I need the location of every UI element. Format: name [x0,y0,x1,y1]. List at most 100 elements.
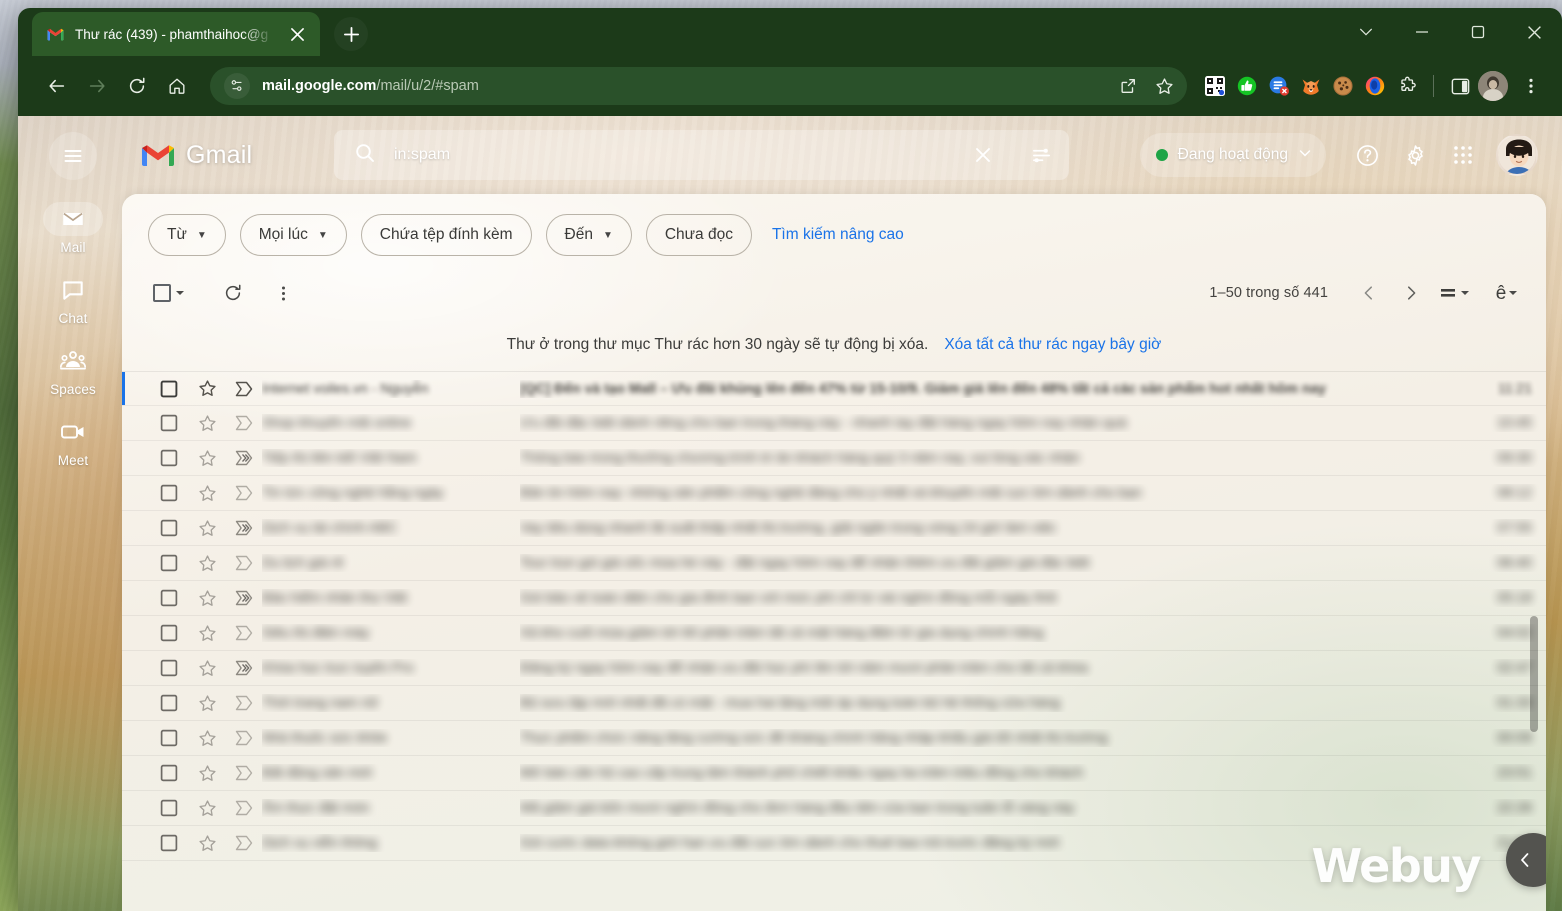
star-icon[interactable] [188,694,226,713]
filter-chip-unread[interactable]: Chưa đọc [646,214,752,256]
table-row[interactable]: Shop khuyến mãi online Ưu đãi đặc biệt d… [122,406,1546,441]
row-checkbox[interactable] [150,764,188,782]
fox-extension[interactable] [1297,72,1325,100]
table-row[interactable]: Nhà thuốc sức khỏe Thực phẩm chức năng t… [122,721,1546,756]
importance-marker-icon[interactable] [226,695,262,711]
table-row[interactable]: Du lịch giá rẻ Tour trọn gói giá sốc mùa… [122,546,1546,581]
gear-icon[interactable] [1394,134,1436,176]
row-checkbox[interactable] [150,799,188,817]
three-dot-menu-icon[interactable] [1512,67,1550,105]
row-checkbox[interactable] [150,834,188,852]
importance-marker-icon[interactable] [226,381,262,397]
gmail-logo[interactable]: Gmail [122,141,334,170]
sidebar-item-mail[interactable]: Mail [37,202,109,255]
refresh-button[interactable] [214,274,252,312]
search-options-icon[interactable] [1021,135,1061,175]
importance-marker-icon[interactable] [226,835,262,851]
star-icon[interactable] [188,519,226,538]
help-icon[interactable] [1346,134,1388,176]
star-icon[interactable] [188,659,226,678]
importance-marker-icon[interactable] [226,660,262,676]
search-input[interactable]: in:spam [394,146,945,164]
minimize-button[interactable] [1394,8,1450,56]
docs-blocker-extension[interactable] [1265,72,1293,100]
star-icon[interactable] [188,414,226,433]
star-icon[interactable] [188,484,226,503]
table-row[interactable]: Dịch vụ tài chính ABC Vay tiêu dùng nhan… [122,511,1546,546]
table-row[interactable]: Bất động sản mới Mở bán căn hộ cao cấp t… [122,756,1546,791]
scrollbar-thumb[interactable] [1530,616,1538,732]
star-icon[interactable] [188,729,226,748]
row-checkbox[interactable] [150,519,188,537]
sidebar-item-meet[interactable]: Meet [37,415,109,468]
opera-orbit-extension[interactable] [1361,72,1389,100]
hamburger-icon[interactable] [49,132,97,180]
prev-page-button[interactable] [1350,274,1388,312]
table-row[interactable]: Bảo hiểm nhân thọ Việt Gói bảo vệ toàn d… [122,581,1546,616]
next-page-button[interactable] [1392,274,1430,312]
maximize-button[interactable] [1450,8,1506,56]
collapse-panel-button[interactable] [1506,833,1546,887]
profile-avatar[interactable] [1478,71,1508,101]
importance-marker-icon[interactable] [226,590,262,606]
row-checkbox[interactable] [150,694,188,712]
table-row[interactable]: Ẩm thực đặt món Mã giảm giá bốn mươi ngh… [122,791,1546,826]
search-clear-icon[interactable] [963,135,1003,175]
table-row[interactable]: Internet voiles.vn - Nguyễn [QC] Đến và … [122,372,1546,406]
table-row[interactable]: Khóa học trực tuyến Pro Đăng ký ngay hôm… [122,651,1546,686]
star-icon[interactable] [188,379,226,398]
cookie-extension[interactable] [1329,72,1357,100]
side-panel-icon[interactable] [1446,72,1474,100]
row-checkbox[interactable] [150,624,188,642]
filter-chip-anytime[interactable]: Mọi lúc ▼ [240,214,347,256]
row-checkbox[interactable] [150,554,188,572]
new-tab-button[interactable] [334,17,368,51]
page-settings-icon[interactable] [224,73,250,99]
tab-search-icon[interactable] [1338,8,1394,56]
star-icon[interactable] [188,449,226,468]
row-checkbox[interactable] [150,414,188,432]
share-icon[interactable] [1111,69,1145,103]
importance-marker-icon[interactable] [226,800,262,816]
row-checkbox[interactable] [150,729,188,747]
importance-marker-icon[interactable] [226,555,262,571]
filter-chip-from[interactable]: Từ ▼ [148,214,226,256]
qr-scanner-extension[interactable] [1201,72,1229,100]
row-checkbox[interactable] [150,380,188,398]
table-row[interactable]: Thời trang nam nữ Bộ sưu tập mới nhất đã… [122,686,1546,721]
star-icon[interactable] [188,764,226,783]
close-button[interactable] [1506,8,1562,56]
tab-close-icon[interactable] [284,21,310,47]
table-row[interactable]: Siêu thị điện máy Xả kho cuối mùa giảm t… [122,616,1546,651]
table-row[interactable]: Tin tức công nghệ hằng ngày Bản tin hôm … [122,476,1546,511]
status-badge[interactable]: Đang hoạt động [1140,133,1326,177]
apps-grid-icon[interactable] [1442,134,1484,176]
input-tools-button[interactable]: ê [1488,274,1526,312]
advanced-search-link[interactable]: Tìm kiếm nâng cao [772,226,904,244]
select-all-checkbox[interactable] [150,274,188,312]
row-checkbox[interactable] [150,449,188,467]
importance-marker-icon[interactable] [226,485,262,501]
account-avatar[interactable] [1496,134,1538,176]
thumbs-up-extension[interactable] [1233,72,1261,100]
filter-chip-to[interactable]: Đến ▼ [546,214,632,256]
row-checkbox[interactable] [150,659,188,677]
browser-tab-gmail[interactable]: Thư rác (439) - phamthaihoc@g [32,12,320,56]
star-icon[interactable] [188,554,226,573]
table-row[interactable]: Tiếp thị liên kết Việt Nam Thông báo trú… [122,441,1546,476]
bookmark-star-icon[interactable] [1147,69,1181,103]
importance-marker-icon[interactable] [226,415,262,431]
address-bar[interactable]: mail.google.com/mail/u/2/#spam [210,67,1187,105]
density-button[interactable] [1434,274,1474,312]
delete-all-spam-link[interactable]: Xóa tất cả thư rác ngay bây giờ [944,336,1161,354]
star-icon[interactable] [188,589,226,608]
search-bar[interactable]: in:spam [334,130,1069,180]
row-checkbox[interactable] [150,484,188,502]
reload-button[interactable] [118,67,156,105]
filter-chip-has-attachment[interactable]: Chứa tệp đính kèm [361,214,532,256]
importance-marker-icon[interactable] [226,730,262,746]
forward-button[interactable] [78,67,116,105]
importance-marker-icon[interactable] [226,765,262,781]
importance-marker-icon[interactable] [226,520,262,536]
importance-marker-icon[interactable] [226,625,262,641]
